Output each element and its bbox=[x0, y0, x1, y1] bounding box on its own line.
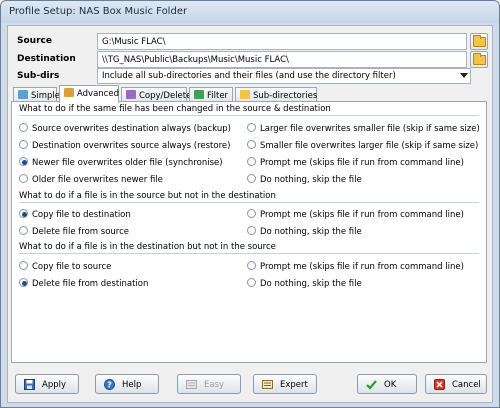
radio-button[interactable] bbox=[247, 157, 256, 166]
chevron-down-icon bbox=[460, 73, 468, 78]
copy-delete-icon bbox=[126, 90, 136, 99]
radio-button[interactable] bbox=[247, 140, 256, 149]
group-divider bbox=[19, 253, 479, 254]
option-copy-to-source[interactable]: Copy file to source bbox=[19, 261, 111, 272]
option-smaller-overwrites-larger[interactable]: Smaller file overwrites larger file (ski… bbox=[247, 140, 478, 151]
option-destination-overwrites-source[interactable]: Destination overwrites source always (re… bbox=[19, 140, 230, 151]
tab-advanced[interactable]: Advanced bbox=[59, 85, 119, 103]
option-do-nothing-destination-only[interactable]: Do nothing, skip the file bbox=[247, 278, 362, 289]
tab-copy-delete[interactable]: Copy/Delete bbox=[121, 87, 191, 102]
radio-button[interactable] bbox=[19, 174, 28, 183]
save-icon bbox=[24, 379, 35, 390]
folder-icon bbox=[473, 35, 486, 47]
radio-button[interactable] bbox=[19, 261, 28, 270]
help-icon: ? bbox=[104, 379, 115, 390]
radio-button[interactable] bbox=[19, 123, 28, 132]
subdirs-selected-value: Include all sub-directories and their fi… bbox=[102, 71, 396, 81]
radio-button[interactable] bbox=[247, 278, 256, 287]
group-divider bbox=[19, 115, 479, 116]
tab-simple[interactable]: Simple bbox=[13, 87, 60, 102]
advanced-icon bbox=[64, 88, 74, 97]
simple-icon bbox=[18, 90, 28, 99]
group-heading-destination-only: What to do if a file is in the destinati… bbox=[19, 242, 276, 252]
option-prompt-me-changed[interactable]: Prompt me (skips file if run from comman… bbox=[247, 157, 464, 168]
tab-sub-directories[interactable]: Sub-directories bbox=[235, 87, 317, 102]
radio-button-selected[interactable] bbox=[19, 278, 28, 287]
radio-button-selected[interactable] bbox=[19, 157, 28, 166]
option-copy-to-destination[interactable]: Copy file to destination bbox=[19, 209, 131, 220]
option-newer-overwrites-older[interactable]: Newer file overwrites older file (synchr… bbox=[19, 157, 223, 168]
option-delete-from-source[interactable]: Delete file from source bbox=[19, 226, 129, 237]
option-delete-from-destination[interactable]: Delete file from destination bbox=[19, 278, 148, 289]
option-source-overwrites-destination[interactable]: Source overwrites destination always (ba… bbox=[19, 123, 231, 134]
apply-button[interactable]: Apply bbox=[15, 374, 79, 394]
source-browse-button[interactable] bbox=[470, 33, 488, 50]
title-bar: Profile Setup: NAS Box Music Folder bbox=[1, 1, 499, 23]
source-label: Source bbox=[17, 36, 52, 46]
easy-button[interactable]: Easy bbox=[177, 374, 241, 394]
group-heading-changed-in-both: What to do if the same file has been cha… bbox=[19, 104, 331, 114]
filter-icon bbox=[194, 90, 204, 99]
cancel-button[interactable]: Cancel bbox=[425, 374, 487, 394]
radio-button[interactable] bbox=[247, 226, 256, 235]
checkmark-icon bbox=[366, 380, 377, 390]
option-older-overwrites-newer[interactable]: Older file overwrites newer file bbox=[19, 174, 163, 185]
radio-button[interactable] bbox=[247, 123, 256, 132]
destination-label: Destination bbox=[17, 54, 76, 64]
option-prompt-me-destination-only[interactable]: Prompt me (skips file if run from comman… bbox=[247, 261, 464, 272]
expert-mode-icon bbox=[262, 380, 273, 389]
radio-button[interactable] bbox=[247, 261, 256, 270]
radio-button[interactable] bbox=[19, 140, 28, 149]
radio-button-selected[interactable] bbox=[19, 209, 28, 218]
radio-button[interactable] bbox=[19, 226, 28, 235]
subdirs-label: Sub-dirs bbox=[17, 71, 60, 81]
group-divider bbox=[19, 202, 479, 203]
option-prompt-me-source-only[interactable]: Prompt me (skips file if run from comman… bbox=[247, 209, 464, 220]
radio-button[interactable] bbox=[247, 209, 256, 218]
window-title: Profile Setup: NAS Box Music Folder bbox=[9, 6, 188, 17]
ok-button[interactable]: OK bbox=[357, 374, 417, 394]
sub-directories-icon bbox=[240, 90, 250, 99]
subdirs-dropdown[interactable]: Include all sub-directories and their fi… bbox=[97, 68, 471, 84]
expert-button[interactable]: Expert bbox=[253, 374, 317, 394]
radio-button[interactable] bbox=[247, 174, 256, 183]
svg-text:?: ? bbox=[107, 381, 112, 390]
option-larger-overwrites-smaller[interactable]: Larger file overwrites smaller file (ski… bbox=[247, 123, 480, 134]
close-icon bbox=[434, 379, 445, 390]
option-do-nothing-changed[interactable]: Do nothing, skip the file bbox=[247, 174, 362, 185]
profile-setup-window: Profile Setup: NAS Box Music Folder Sour… bbox=[0, 0, 500, 408]
destination-browse-button[interactable] bbox=[470, 51, 488, 68]
tab-filter[interactable]: Filter bbox=[189, 87, 233, 102]
folder-icon bbox=[473, 53, 486, 65]
destination-path-field[interactable]: \\TG_NAS\Public\Backups\Music\Music FLAC… bbox=[97, 51, 467, 68]
easy-mode-icon bbox=[186, 380, 197, 389]
group-heading-source-only: What to do if a file is in the source bu… bbox=[19, 191, 276, 201]
help-button[interactable]: ? Help bbox=[95, 374, 159, 394]
source-path-field[interactable]: G:\Music FLAC\ bbox=[97, 33, 467, 50]
option-do-nothing-source-only[interactable]: Do nothing, skip the file bbox=[247, 226, 362, 237]
